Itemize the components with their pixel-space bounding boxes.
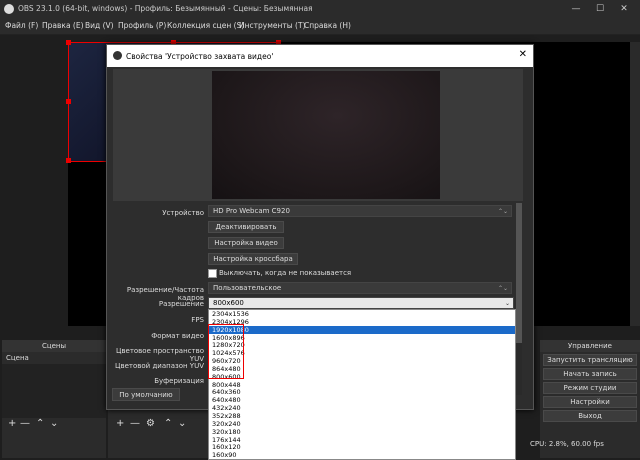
resize-handle[interactable] <box>66 158 71 163</box>
device-label: Устройство <box>162 209 204 217</box>
remove-icon[interactable]: — <box>20 418 30 429</box>
menu-file[interactable]: Файл (F) <box>5 21 38 30</box>
video-format-label: Формат видео <box>151 332 204 340</box>
exit-button[interactable]: Выход <box>543 410 637 422</box>
obs-logo-icon <box>113 51 122 60</box>
webcam-preview <box>212 71 440 199</box>
chevron-down-icon: ⌃⌄ <box>497 285 508 292</box>
cpu-status: CPU: 2.8%, 60.00 fps <box>530 440 604 448</box>
chevron-down-icon: ⌃⌄ <box>497 208 508 215</box>
resolution-option[interactable]: 432x240 <box>209 404 515 412</box>
dialog-title-bar: Свойства 'Устройство захвата видео' ✕ <box>107 45 533 67</box>
video-settings-button[interactable]: Настройка видео <box>208 237 284 249</box>
menu-bar: Файл (F) Правка (E) Вид (V) Профиль (P) … <box>0 18 640 35</box>
resolution-option[interactable]: 640x480 <box>209 396 515 404</box>
menu-help[interactable]: Справка (H) <box>304 21 351 30</box>
fps-label: FPS <box>191 316 204 324</box>
title-bar: OBS 23.1.0 (64-bit, windows) - Профиль: … <box>0 0 640 18</box>
minimize-button[interactable]: — <box>568 2 584 16</box>
resolution-option[interactable]: 800x600 <box>209 373 515 381</box>
move-up-icon[interactable]: ⌃ <box>164 418 172 429</box>
maximize-button[interactable]: ☐ <box>592 2 608 16</box>
scenes-dock-title: Сцены <box>2 340 106 352</box>
resize-handle[interactable] <box>66 40 71 45</box>
add-icon[interactable]: + <box>8 418 16 429</box>
close-button[interactable]: ✕ <box>616 2 632 16</box>
gear-icon[interactable]: ⚙ <box>146 418 155 429</box>
add-source-icon[interactable]: + <box>116 418 124 429</box>
controls-dock-title: Управление <box>540 340 640 352</box>
resolution-option[interactable]: 160x120 <box>209 443 515 451</box>
resolution-value: 800x600 <box>213 299 244 307</box>
menu-tools[interactable]: Инструменты (T) <box>239 21 306 30</box>
window-title: OBS 23.1.0 (64-bit, windows) - Профиль: … <box>18 4 313 13</box>
dialog-title: Свойства 'Устройство захвата видео' <box>126 52 274 61</box>
resolution-option[interactable]: 960x720 <box>209 357 515 365</box>
chevron-down-icon: ⌄ <box>504 300 510 307</box>
resolution-option[interactable]: 1024x576 <box>209 349 515 357</box>
preview-scrollbar[interactable] <box>630 42 640 326</box>
dialog-close-button[interactable]: ✕ <box>519 49 527 60</box>
settings-button[interactable]: Настройки <box>543 396 637 408</box>
resolution-option[interactable]: 640x360 <box>209 388 515 397</box>
dialog-scrollbar[interactable] <box>516 203 522 395</box>
scene-list[interactable] <box>2 364 106 418</box>
yuv-color-range-label: Цветовой диапазон YUV <box>115 362 204 370</box>
menu-edit[interactable]: Правка (E) <box>42 21 84 30</box>
resolution-combobox[interactable]: 800x600 ⌄ <box>208 297 514 309</box>
scrollbar-thumb[interactable] <box>516 203 522 343</box>
move-down-icon[interactable]: ⌄ <box>50 418 58 429</box>
resolution-label: Разрешение <box>158 300 204 308</box>
studio-mode-button[interactable]: Режим студии <box>543 382 637 394</box>
resolution-option[interactable]: 2304x1296 <box>209 318 515 326</box>
resolution-option[interactable]: 176x144 <box>209 436 515 444</box>
dialog-preview <box>113 69 523 201</box>
resolution-fps-value: Пользовательское <box>213 284 282 292</box>
move-down-icon[interactable]: ⌄ <box>178 418 186 429</box>
resolution-option[interactable]: 320x240 <box>209 420 515 428</box>
start-streaming-button[interactable]: Запустить трансляцию <box>543 354 637 366</box>
deactivate-when-hidden-checkbox[interactable] <box>208 269 217 278</box>
deactivate-when-hidden-label: Выключать, когда не показывается <box>219 269 352 277</box>
start-recording-button[interactable]: Начать запись <box>543 368 637 380</box>
obs-logo-icon <box>4 4 14 14</box>
resolution-option[interactable]: 1280x720 <box>209 341 515 349</box>
menu-scene-collection[interactable]: Коллекция сцен (S) <box>167 21 244 30</box>
remove-source-icon[interactable]: — <box>130 418 140 429</box>
resolution-option[interactable]: 800x448 <box>209 381 515 389</box>
resolution-option[interactable]: 864x480 <box>209 365 515 373</box>
crossbar-settings-button[interactable]: Настройка кроссбара <box>208 253 298 265</box>
menu-view[interactable]: Вид (V) <box>85 21 114 30</box>
resolution-option[interactable]: 1600x896 <box>209 334 515 342</box>
resolution-option[interactable]: 320x180 <box>209 428 515 436</box>
resolution-fps-select[interactable]: Пользовательское ⌃⌄ <box>208 282 512 294</box>
scenes-dock: Сцены Сцена + — ⌃ ⌄ <box>2 340 106 458</box>
resolution-dropdown-list: 2304x1536 2304x1296 1920x1080 1600x896 1280x… <box>208 309 516 460</box>
device-select[interactable]: HD Pro Webcam C920 ⌃⌄ <box>208 205 512 217</box>
resolution-option[interactable]: 352x288 <box>209 412 515 420</box>
resize-handle[interactable] <box>66 99 71 104</box>
menu-profile[interactable]: Профиль (P) <box>118 21 166 30</box>
buffering-label: Буферизация <box>154 377 204 385</box>
resolution-option[interactable]: 2304x1536 <box>209 310 515 318</box>
move-up-icon[interactable]: ⌃ <box>36 418 44 429</box>
yuv-color-space-label: Цветовое пространство YUV <box>115 347 204 363</box>
defaults-button[interactable]: По умолчанию <box>112 388 180 401</box>
deactivate-button[interactable]: Деактивировать <box>208 221 284 233</box>
resolution-option[interactable]: 1920x1080 <box>209 325 515 334</box>
device-value: HD Pro Webcam C920 <box>213 207 290 215</box>
